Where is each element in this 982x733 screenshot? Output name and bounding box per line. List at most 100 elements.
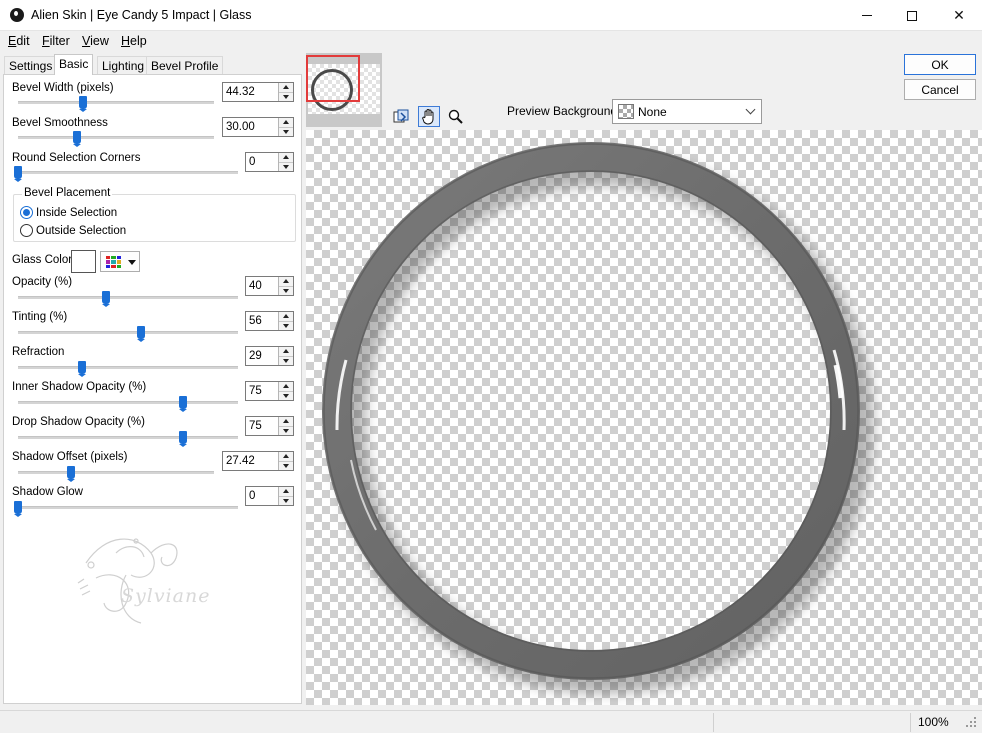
drop-shadow-opacity-stepper[interactable]: 75 (245, 416, 294, 436)
cancel-button[interactable]: Cancel (904, 79, 976, 100)
maximize-button[interactable] (889, 0, 935, 31)
bevel-smoothness-label: Bevel Smoothness (12, 117, 108, 129)
bevel-width-input[interactable]: 44.32 (223, 83, 278, 101)
refraction-input[interactable]: 29 (246, 347, 278, 365)
radio-unselected-icon (20, 224, 33, 237)
navigator-thumbnail[interactable] (306, 53, 382, 127)
tinting-down-button[interactable] (279, 321, 293, 330)
radio-inside-selection[interactable]: Inside Selection (20, 206, 117, 219)
opacity-up-button[interactable] (279, 277, 293, 287)
shadow-offset-input[interactable]: 27.42 (223, 452, 278, 470)
opacity-input[interactable]: 40 (246, 277, 278, 295)
navigator-viewport-rect[interactable] (306, 55, 360, 102)
tab-basic[interactable]: Basic (54, 54, 94, 75)
bevel-width-down-button[interactable] (279, 92, 293, 101)
drop-shadow-opacity-input[interactable]: 75 (246, 417, 278, 435)
color-picker-button[interactable] (100, 251, 140, 272)
radio-outside-selection[interactable]: Outside Selection (20, 224, 126, 237)
close-icon: ✕ (953, 7, 965, 24)
tinting-stepper[interactable]: 56 (245, 311, 294, 331)
arrow-down-icon (283, 288, 289, 293)
hand-tool-button[interactable] (418, 106, 440, 127)
close-button[interactable]: ✕ (936, 0, 982, 31)
refraction-down-button[interactable] (279, 356, 293, 365)
glass-color-swatch[interactable] (71, 250, 96, 273)
bevel-width-up-button[interactable] (279, 83, 293, 93)
preview-canvas[interactable] (306, 130, 982, 705)
opacity-slider[interactable] (102, 291, 110, 307)
inner-shadow-opacity-down-button[interactable] (279, 391, 293, 400)
shadow-offset-down-button[interactable] (279, 461, 293, 470)
menu-help[interactable]: Help (121, 34, 147, 48)
inner-shadow-opacity-track (18, 401, 238, 404)
shadow-glow-up-button[interactable] (279, 487, 293, 497)
arrow-down-icon (283, 358, 289, 363)
tinting-input[interactable]: 56 (246, 312, 278, 330)
tinting-slider[interactable] (137, 326, 146, 342)
inner-shadow-opacity-input[interactable]: 75 (246, 382, 278, 400)
drop-shadow-opacity-slider[interactable] (179, 431, 187, 447)
refraction-stepper[interactable]: 29 (245, 346, 294, 366)
menu-view[interactable]: View (82, 34, 109, 48)
inner-shadow-opacity-slider[interactable] (179, 396, 187, 412)
tinting-up-button[interactable] (279, 312, 293, 322)
shadow-glow-stepper[interactable]: 0 (245, 486, 294, 506)
drop-shadow-opacity-label: Drop Shadow Opacity (%) (12, 416, 145, 428)
round-corners-up-button[interactable] (279, 153, 293, 163)
refraction-up-button[interactable] (279, 347, 293, 357)
status-bar: 100% (0, 710, 982, 733)
shadow-glow-input[interactable]: 0 (246, 487, 278, 505)
shadow-glow-down-button[interactable] (279, 496, 293, 505)
arrow-up-icon (283, 384, 289, 389)
opacity-stepper[interactable]: 40 (245, 276, 294, 296)
watermark-text: Sylviane (121, 585, 211, 607)
preview-background-label: Preview Background: (507, 104, 621, 118)
bevel-smoothness-input[interactable]: 30.00 (223, 118, 278, 136)
bevel-placement-group: Bevel Placement Inside Selection Outside… (13, 187, 296, 242)
menu-edit[interactable]: Edit (8, 34, 30, 48)
bevel-width-label: Bevel Width (pixels) (12, 82, 114, 94)
round-corners-stepper[interactable]: 0 (245, 152, 294, 172)
shadow-offset-slider[interactable] (66, 466, 75, 482)
resize-grip-icon[interactable] (965, 717, 977, 729)
bevel-width-stepper[interactable]: 44.32 (222, 82, 294, 102)
toggle-preview-button[interactable] (390, 106, 412, 127)
arrow-down-icon (283, 94, 289, 99)
inner-shadow-opacity-stepper[interactable]: 75 (245, 381, 294, 401)
arrow-up-icon (283, 155, 289, 160)
arrow-down-icon (283, 498, 289, 503)
tab-lighting[interactable]: Lighting (97, 56, 150, 74)
drop-shadow-opacity-up-button[interactable] (279, 417, 293, 427)
menu-bar: Edit Filter View Help (0, 31, 982, 51)
preview-background-select[interactable]: None (612, 99, 762, 124)
tab-bevel-profile[interactable]: Bevel Profile (146, 56, 224, 74)
inner-shadow-opacity-up-button[interactable] (279, 382, 293, 392)
round-corners-slider[interactable] (14, 166, 22, 182)
minimize-button[interactable] (844, 0, 890, 31)
shadow-glow-label: Shadow Glow (12, 486, 83, 498)
opacity-down-button[interactable] (279, 286, 293, 295)
drop-shadow-opacity-down-button[interactable] (279, 426, 293, 435)
bevel-smoothness-stepper[interactable]: 30.00 (222, 117, 294, 137)
round-corners-down-button[interactable] (279, 162, 293, 171)
bevel-smoothness-down-button[interactable] (279, 127, 293, 136)
shadow-offset-stepper[interactable]: 27.42 (222, 451, 294, 471)
bevel-width-track (18, 101, 214, 104)
bevel-smoothness-up-button[interactable] (279, 118, 293, 128)
flourish-icon (77, 538, 178, 624)
bevel-smoothness-slider[interactable] (72, 131, 81, 147)
tab-settings[interactable]: Settings (4, 56, 58, 74)
bevel-width-slider[interactable] (78, 96, 87, 112)
shadow-glow-slider[interactable] (14, 501, 22, 517)
opacity-track (18, 296, 238, 299)
hand-icon (422, 109, 434, 125)
zoom-tool-button[interactable] (445, 106, 467, 127)
title-bar: Alien Skin | Eye Candy 5 Impact | Glass … (0, 0, 982, 31)
shadow-offset-up-button[interactable] (279, 452, 293, 462)
arrow-down-icon (283, 428, 289, 433)
ok-button[interactable]: OK (904, 54, 976, 75)
preview-background-value: None (638, 105, 667, 119)
refraction-slider[interactable] (77, 361, 86, 377)
round-corners-input[interactable]: 0 (246, 153, 278, 171)
menu-filter[interactable]: Filter (42, 34, 70, 48)
